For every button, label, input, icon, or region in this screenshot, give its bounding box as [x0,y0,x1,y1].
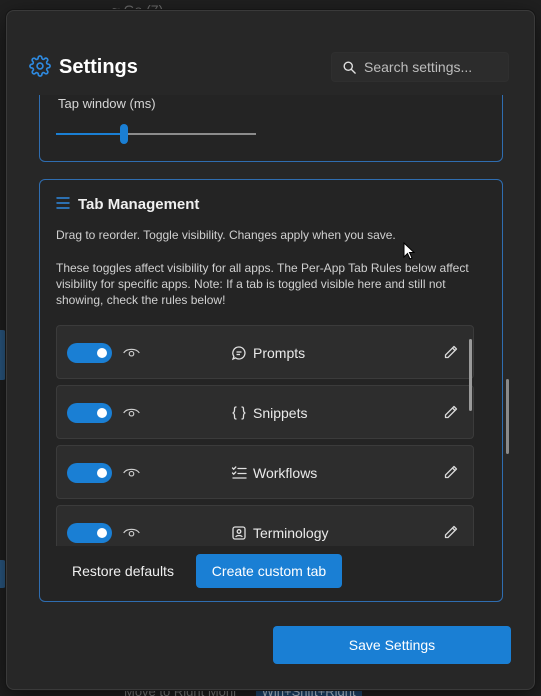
tab-row-terminology[interactable]: Terminology [56,505,474,546]
tab-row-workflows[interactable]: Workflows [56,445,474,499]
tab-label: Snippets [253,405,308,421]
tap-window-slider[interactable] [56,122,256,146]
tab-management-card: Tab Management Drag to reorder. Toggle v… [39,179,503,602]
create-custom-tab-button[interactable]: Create custom tab [196,554,342,588]
visibility-toggle[interactable] [67,463,112,483]
eye-icon [123,528,140,537]
tab-label: Prompts [253,345,306,361]
edit-icon[interactable] [443,404,459,420]
tab-list-scrollbar[interactable] [469,339,472,411]
tab-management-description: Drag to reorder. Toggle visibility. Chan… [56,228,396,242]
settings-dialog: Settings Tap window (ms) Tab Manag [6,10,535,690]
restore-defaults-button[interactable]: Restore defaults [56,554,190,588]
search-box[interactable] [331,52,509,82]
edit-icon[interactable] [443,344,459,360]
mouse-cursor-icon [403,242,415,260]
chat-bubble-icon [231,346,246,361]
visibility-toggle[interactable] [67,403,112,423]
slider-fill [56,133,124,135]
tab-label-group: Snippets [231,405,307,421]
braces-icon [232,406,246,420]
tab-list[interactable]: Prompts Snippets Workflows Terminology [56,325,474,546]
tap-window-card: Tap window (ms) [39,95,503,162]
tab-label-group: Prompts [231,345,305,361]
eye-icon [123,348,140,357]
tab-label: Terminology [253,525,329,541]
tap-window-label: Tap window (ms) [58,96,156,111]
checklist-icon [231,466,247,479]
eye-icon [123,468,140,477]
tab-row-prompts[interactable]: Prompts [56,325,474,379]
visibility-toggle[interactable] [67,523,112,543]
settings-scroll-area[interactable]: Tap window (ms) Tab Management Drag to r… [7,95,534,615]
dialog-title: Settings [59,56,138,78]
save-settings-button[interactable]: Save Settings [273,626,511,664]
dialog-header: Settings [7,11,534,95]
badge-icon [232,526,246,540]
edit-icon[interactable] [443,524,459,540]
settings-scrollbar[interactable] [506,379,509,454]
search-input[interactable] [364,56,504,78]
list-icon [56,197,70,209]
tab-management-title: Tab Management [78,196,200,213]
tab-label-group: Workflows [231,465,317,481]
tab-label: Workflows [253,465,318,481]
gear-icon [29,55,51,77]
tab-management-note: These toggles affect visibility for all … [56,261,469,307]
tab-label-group: Terminology [231,525,328,541]
eye-icon [123,408,140,417]
slider-thumb[interactable] [120,124,128,144]
visibility-toggle[interactable] [67,343,112,363]
edit-icon[interactable] [443,464,459,480]
tab-row-snippets[interactable]: Snippets [56,385,474,439]
search-icon [343,61,356,74]
